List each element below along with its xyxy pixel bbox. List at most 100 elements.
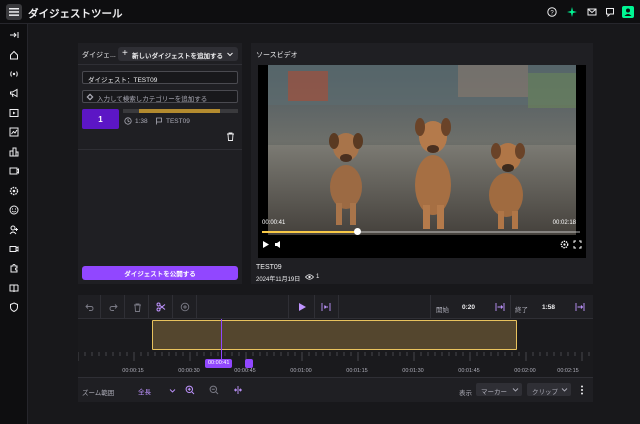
add-new-digest-button[interactable]: + 新しいダイジェストを追加する (118, 47, 238, 61)
digest-panel-title: ダイジェ... (82, 52, 116, 59)
broadcast-icon[interactable] (8, 68, 20, 80)
analytics-icon[interactable] (8, 126, 20, 138)
zoom-out-icon[interactable] (208, 384, 220, 396)
app-title: ダイジェストツール (28, 8, 123, 20)
play-icon[interactable] (296, 301, 308, 313)
chevron-down-icon (512, 388, 519, 392)
timeline-track[interactable] (78, 319, 593, 352)
end-label: 終了 (515, 307, 528, 314)
set-start-icon[interactable] (494, 301, 506, 313)
help-icon[interactable]: ? (546, 6, 558, 18)
digest-title-input[interactable]: ダイジェスト：TEST09 (82, 71, 238, 84)
digest-panel-header: ダイジェ... + 新しいダイジェストを追加する (78, 43, 242, 65)
add-marker-icon[interactable] (179, 301, 191, 313)
video-frame (258, 65, 586, 258)
emote-icon[interactable] (8, 204, 20, 216)
tick-label: 00:02:00 (514, 368, 536, 374)
fullscreen-icon[interactable] (573, 240, 582, 249)
trash-icon[interactable] (226, 132, 235, 141)
total-time: 00:02:18 (552, 220, 576, 226)
publish-digest-button[interactable]: ダイジェストを公開する (82, 266, 238, 280)
toolbar-separator (196, 295, 197, 319)
toolbar-separator (338, 295, 339, 319)
top-bar: ダイジェストツール ? (0, 0, 640, 24)
settings-icon[interactable] (8, 185, 20, 197)
source-video-title: ソースビデオ (256, 52, 298, 59)
divider (78, 149, 242, 150)
eye-icon (305, 274, 314, 280)
flag-icon (156, 117, 162, 125)
menu-button[interactable] (6, 4, 22, 20)
tick-label: 00:01:00 (290, 368, 312, 374)
fit-range-icon[interactable] (320, 301, 332, 313)
toolbar-separator (314, 295, 315, 319)
marker-select-value: マーカー (481, 389, 507, 396)
zoom-range-select[interactable]: 全長 (134, 384, 178, 396)
zoom-label: ズーム範囲 (82, 390, 115, 397)
end-value[interactable]: 1:58 (542, 304, 555, 311)
timeline-ruler[interactable]: 00:00:15 00:00:30 00:00:45 00:01:00 00:0… (78, 352, 593, 378)
clip-tag: TEST09 (166, 118, 190, 125)
megaphone-icon[interactable] (8, 87, 20, 99)
video-library-icon[interactable] (8, 107, 20, 119)
video-player[interactable]: 00:00:41 00:02:18 (258, 65, 586, 258)
chevron-down-icon (227, 52, 233, 57)
clip-range-bar (139, 109, 220, 113)
chevron-down-icon (561, 388, 568, 392)
trash-icon[interactable] (131, 301, 143, 313)
timeline-clip[interactable] (152, 320, 517, 350)
video-name: TEST09 (256, 264, 282, 271)
scissors-icon[interactable] (155, 301, 167, 313)
mail-icon[interactable] (586, 6, 598, 18)
toolbar-separator (430, 295, 431, 319)
clip-card[interactable]: 1 1:38 TEST09 (82, 109, 238, 129)
category-placeholder: 入力して検索しカテゴリーを追加する (97, 96, 208, 103)
toolbar-separator (172, 295, 173, 319)
category-search-input[interactable]: 入力して検索しカテゴリーを追加する (82, 90, 238, 103)
community-icon[interactable] (8, 146, 20, 158)
settings-icon[interactable] (560, 240, 569, 249)
extension-icon[interactable] (8, 262, 20, 274)
volume-icon[interactable] (274, 240, 283, 249)
collapse-icon[interactable] (8, 29, 20, 41)
timeline-footer: ズーム範囲 全長 表示 マーカー クリップ (78, 379, 593, 402)
zoom-in-icon[interactable] (184, 384, 196, 396)
clip-select-value: クリップ (532, 389, 558, 396)
tick-label: 00:01:15 (346, 368, 368, 374)
playhead-handle[interactable] (245, 359, 253, 368)
stream-icon[interactable] (8, 165, 20, 177)
chat-icon[interactable] (604, 6, 616, 18)
clip-number: 1 (82, 109, 119, 129)
toolbar-separator (100, 295, 101, 319)
playhead-time: 00:00:41 (205, 359, 233, 368)
more-options-icon[interactable] (576, 384, 588, 396)
video-progress-fill (262, 231, 358, 233)
clip-select[interactable]: クリップ (527, 383, 571, 396)
undo-icon[interactable] (83, 301, 95, 313)
set-end-icon[interactable] (574, 301, 586, 313)
user-icon[interactable] (622, 6, 634, 18)
start-value[interactable]: 0:20 (462, 304, 475, 311)
left-nav (0, 24, 28, 424)
category-icon (86, 93, 94, 101)
toolbar-separator (288, 295, 289, 319)
toolbar-separator (510, 295, 511, 319)
tick-label: 00:00:45 (234, 368, 256, 374)
home-icon[interactable] (8, 49, 20, 61)
shield-icon[interactable] (8, 301, 20, 313)
sparkle-icon[interactable] (566, 6, 578, 18)
marker-select[interactable]: マーカー (476, 383, 522, 396)
fit-timeline-icon[interactable] (232, 384, 244, 396)
tick-label: 00:01:45 (458, 368, 480, 374)
start-label: 開始 (436, 307, 449, 314)
play-icon[interactable] (261, 240, 270, 249)
ruler-ticks (78, 352, 590, 361)
tick-label: 00:00:30 (178, 368, 200, 374)
tick-label: 00:02:15 (557, 368, 579, 374)
user-add-icon[interactable] (8, 224, 20, 236)
redo-icon[interactable] (107, 301, 119, 313)
book-icon[interactable] (8, 282, 20, 294)
toolbar-separator (148, 295, 149, 319)
video-progress-bar[interactable] (262, 228, 580, 235)
camera-icon[interactable] (8, 243, 20, 255)
